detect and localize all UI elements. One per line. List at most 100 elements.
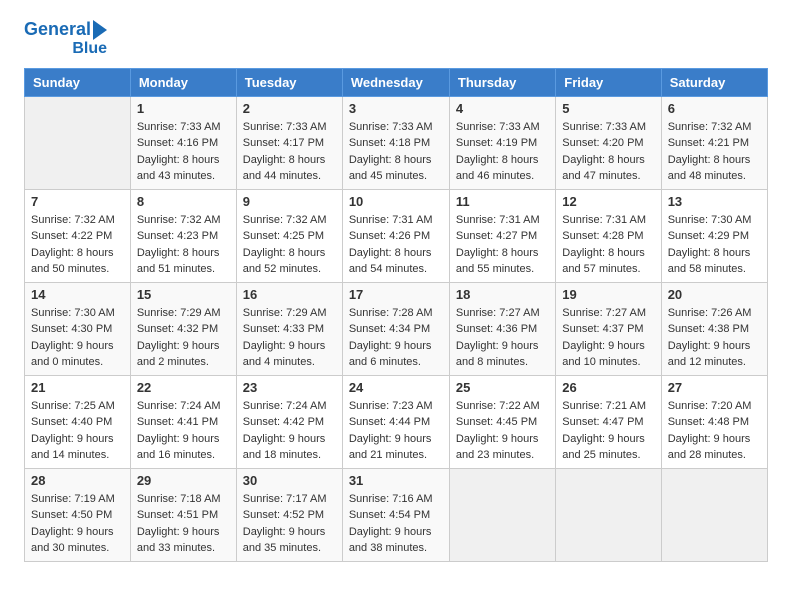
calendar-day-cell: 15Sunrise: 7:29 AMSunset: 4:32 PMDayligh… [130, 282, 236, 375]
day-info: Sunrise: 7:19 AMSunset: 4:50 PMDaylight:… [31, 491, 124, 557]
calendar-day-cell: 18 Sunrise: 7:27 AMSunset: 4:36 PMDayligh… [449, 282, 555, 375]
day-info: Sunrise: 7:33 AMSunset: 4:18 PMDaylight:… [349, 119, 443, 185]
calendar-day-cell [449, 468, 555, 561]
calendar-day-cell: 17Sunrise: 7:28 AMSunset: 4:34 PMDayligh… [342, 282, 449, 375]
day-info: Sunrise: 7:20 AMSunset: 4:48 PMDaylight:… [668, 398, 761, 464]
calendar-table: SundayMondayTuesdayWednesdayThursdayFrid… [24, 68, 768, 562]
day-number: 10 [349, 194, 443, 209]
calendar-day-cell: 30 Sunrise: 7:17 AMSunset: 4:52 PMDayligh… [236, 468, 342, 561]
calendar-day-cell: 16 Sunrise: 7:29 AMSunset: 4:33 PMDayligh… [236, 282, 342, 375]
calendar-day-cell: 3 Sunrise: 7:33 AMSunset: 4:18 PMDaylight… [342, 96, 449, 189]
day-info: Sunrise: 7:31 AMSunset: 4:27 PMDaylight:… [456, 212, 549, 278]
day-number: 27 [668, 380, 761, 395]
day-info: Sunrise: 7:25 AMSunset: 4:40 PMDaylight:… [31, 398, 124, 464]
day-number: 26 [562, 380, 654, 395]
calendar-day-cell: 19 Sunrise: 7:27 AMSunset: 4:37 PMDayligh… [556, 282, 661, 375]
day-number: 17 [349, 287, 443, 302]
day-number: 4 [456, 101, 549, 116]
calendar-day-header: Saturday [661, 68, 767, 96]
day-info: Sunrise: 7:27 AMSunset: 4:37 PMDaylight:… [562, 305, 654, 371]
calendar-day-cell: 23Sunrise: 7:24 AMSunset: 4:42 PMDayligh… [236, 375, 342, 468]
calendar-day-cell: 27 Sunrise: 7:20 AMSunset: 4:48 PMDayligh… [661, 375, 767, 468]
day-info: Sunrise: 7:32 AMSunset: 4:25 PMDaylight:… [243, 212, 336, 278]
calendar-week-row: 21 Sunrise: 7:25 AMSunset: 4:40 PMDayligh… [25, 375, 768, 468]
calendar-day-cell: 14Sunrise: 7:30 AMSunset: 4:30 PMDayligh… [25, 282, 131, 375]
day-number: 16 [243, 287, 336, 302]
day-number: 18 [456, 287, 549, 302]
day-number: 19 [562, 287, 654, 302]
day-info: Sunrise: 7:31 AMSunset: 4:28 PMDaylight:… [562, 212, 654, 278]
calendar-day-cell: 13 Sunrise: 7:30 AMSunset: 4:29 PMDayligh… [661, 189, 767, 282]
day-info: Sunrise: 7:30 AMSunset: 4:29 PMDaylight:… [668, 212, 761, 278]
day-info: Sunrise: 7:22 AMSunset: 4:45 PMDaylight:… [456, 398, 549, 464]
calendar-day-cell: 1 Sunrise: 7:33 AMSunset: 4:16 PMDaylight… [130, 96, 236, 189]
page-header: General Blue [24, 20, 768, 58]
calendar-day-cell: 26 Sunrise: 7:21 AMSunset: 4:47 PMDayligh… [556, 375, 661, 468]
calendar-day-cell: 21 Sunrise: 7:25 AMSunset: 4:40 PMDayligh… [25, 375, 131, 468]
calendar-day-cell: 20 Sunrise: 7:26 AMSunset: 4:38 PMDayligh… [661, 282, 767, 375]
day-info: Sunrise: 7:33 AMSunset: 4:19 PMDaylight:… [456, 119, 549, 185]
calendar-day-cell: 29Sunrise: 7:18 AMSunset: 4:51 PMDayligh… [130, 468, 236, 561]
day-number: 3 [349, 101, 443, 116]
day-number: 30 [243, 473, 336, 488]
day-number: 2 [243, 101, 336, 116]
calendar-day-cell: 28 Sunrise: 7:19 AMSunset: 4:50 PMDayligh… [25, 468, 131, 561]
day-info: Sunrise: 7:21 AMSunset: 4:47 PMDaylight:… [562, 398, 654, 464]
day-info: Sunrise: 7:32 AMSunset: 4:23 PMDaylight:… [137, 212, 230, 278]
day-number: 6 [668, 101, 761, 116]
day-info: Sunrise: 7:32 AMSunset: 4:22 PMDaylight:… [31, 212, 124, 278]
day-info: Sunrise: 7:33 AMSunset: 4:17 PMDaylight:… [243, 119, 336, 185]
calendar-week-row: 7 Sunrise: 7:32 AMSunset: 4:22 PMDaylight… [25, 189, 768, 282]
day-number: 21 [31, 380, 124, 395]
calendar-day-cell [25, 96, 131, 189]
calendar-day-cell: 7 Sunrise: 7:32 AMSunset: 4:22 PMDaylight… [25, 189, 131, 282]
day-info: Sunrise: 7:23 AMSunset: 4:44 PMDaylight:… [349, 398, 443, 464]
logo-arrow-icon [93, 20, 107, 40]
day-number: 7 [31, 194, 124, 209]
calendar-day-cell: 10 Sunrise: 7:31 AMSunset: 4:26 PMDayligh… [342, 189, 449, 282]
day-info: Sunrise: 7:17 AMSunset: 4:52 PMDaylight:… [243, 491, 336, 557]
calendar-week-row: 1 Sunrise: 7:33 AMSunset: 4:16 PMDaylight… [25, 96, 768, 189]
calendar-day-cell: 22 Sunrise: 7:24 AMSunset: 4:41 PMDayligh… [130, 375, 236, 468]
calendar-day-header: Wednesday [342, 68, 449, 96]
day-number: 20 [668, 287, 761, 302]
day-number: 12 [562, 194, 654, 209]
calendar-day-header: Sunday [25, 68, 131, 96]
calendar-week-row: 14Sunrise: 7:30 AMSunset: 4:30 PMDayligh… [25, 282, 768, 375]
day-info: Sunrise: 7:24 AMSunset: 4:41 PMDaylight:… [137, 398, 230, 464]
day-info: Sunrise: 7:31 AMSunset: 4:26 PMDaylight:… [349, 212, 443, 278]
calendar-day-cell: 11 Sunrise: 7:31 AMSunset: 4:27 PMDayligh… [449, 189, 555, 282]
day-info: Sunrise: 7:33 AMSunset: 4:16 PMDaylight:… [137, 119, 230, 185]
calendar-day-cell: 25Sunrise: 7:22 AMSunset: 4:45 PMDayligh… [449, 375, 555, 468]
logo-text-blue: Blue [72, 40, 107, 58]
logo-text-general: General [24, 20, 91, 40]
calendar-header-row: SundayMondayTuesdayWednesdayThursdayFrid… [25, 68, 768, 96]
calendar-day-cell: 12 Sunrise: 7:31 AMSunset: 4:28 PMDayligh… [556, 189, 661, 282]
day-info: Sunrise: 7:32 AMSunset: 4:21 PMDaylight:… [668, 119, 761, 185]
day-number: 29 [137, 473, 230, 488]
calendar-day-cell: 2 Sunrise: 7:33 AMSunset: 4:17 PMDaylight… [236, 96, 342, 189]
day-number: 13 [668, 194, 761, 209]
day-number: 22 [137, 380, 230, 395]
day-number: 8 [137, 194, 230, 209]
day-info: Sunrise: 7:27 AMSunset: 4:36 PMDaylight:… [456, 305, 549, 371]
day-info: Sunrise: 7:26 AMSunset: 4:38 PMDaylight:… [668, 305, 761, 371]
day-number: 28 [31, 473, 124, 488]
calendar-day-cell: 4 Sunrise: 7:33 AMSunset: 4:19 PMDaylight… [449, 96, 555, 189]
calendar-day-cell: 8 Sunrise: 7:32 AMSunset: 4:23 PMDaylight… [130, 189, 236, 282]
day-info: Sunrise: 7:24 AMSunset: 4:42 PMDaylight:… [243, 398, 336, 464]
day-info: Sunrise: 7:30 AMSunset: 4:30 PMDaylight:… [31, 305, 124, 371]
day-number: 5 [562, 101, 654, 116]
calendar-day-header: Tuesday [236, 68, 342, 96]
calendar-day-cell [556, 468, 661, 561]
calendar-day-cell: 24 Sunrise: 7:23 AMSunset: 4:44 PMDayligh… [342, 375, 449, 468]
day-number: 11 [456, 194, 549, 209]
day-number: 15 [137, 287, 230, 302]
day-number: 24 [349, 380, 443, 395]
calendar-day-cell: 6 Sunrise: 7:32 AMSunset: 4:21 PMDaylight… [661, 96, 767, 189]
day-number: 1 [137, 101, 230, 116]
calendar-day-header: Thursday [449, 68, 555, 96]
day-info: Sunrise: 7:29 AMSunset: 4:33 PMDaylight:… [243, 305, 336, 371]
day-number: 31 [349, 473, 443, 488]
logo: General Blue [24, 20, 107, 58]
